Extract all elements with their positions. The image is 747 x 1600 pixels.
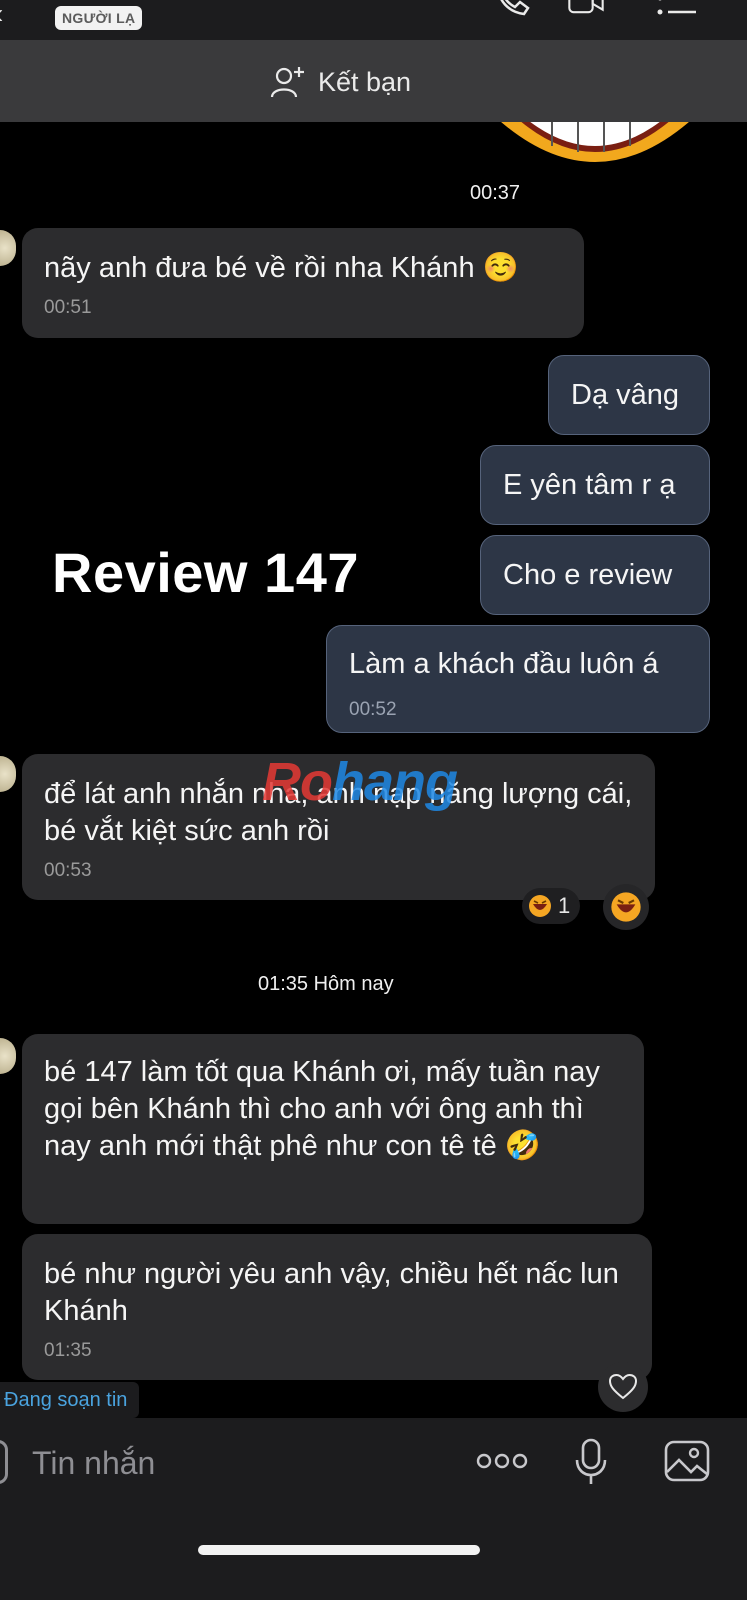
message-time: 01:35 bbox=[44, 1340, 92, 1361]
sticker-timestamp: 00:37 bbox=[470, 182, 521, 204]
stranger-badge: NGƯỜI LẠ bbox=[55, 6, 143, 30]
phone-icon[interactable] bbox=[492, 0, 532, 20]
message-text: nãy anh đưa bé về rồi nha Khánh ☺️ bbox=[44, 252, 519, 284]
laughing-face-icon bbox=[611, 892, 641, 922]
avatar[interactable] bbox=[0, 756, 16, 792]
date-separator: 01:35 Hôm nay bbox=[258, 973, 394, 995]
sticker-icon[interactable] bbox=[0, 1440, 8, 1484]
avatar[interactable] bbox=[0, 230, 16, 266]
home-indicator bbox=[198, 1545, 480, 1555]
message-time: 00:53 bbox=[44, 860, 92, 881]
add-user-icon bbox=[270, 67, 304, 98]
laughing-face-icon bbox=[529, 895, 551, 917]
message-bubble-incoming[interactable]: nãy anh đưa bé về rồi nha Khánh ☺️ 00:51 bbox=[22, 228, 584, 338]
message-text: Cho e review bbox=[503, 558, 673, 591]
add-reaction-button[interactable] bbox=[603, 884, 649, 930]
message-bubble-outgoing[interactable]: Làm a khách đầu luôn á 00:52 bbox=[326, 625, 710, 733]
message-text: Làm a khách đầu luôn á bbox=[349, 648, 659, 680]
video-camera-icon[interactable] bbox=[566, 0, 606, 20]
heart-icon bbox=[609, 1374, 637, 1400]
reaction-count: 1 bbox=[558, 893, 571, 918]
message-text: bé 147 làm tốt qua Khánh ơi, mấy tuần na… bbox=[44, 1056, 600, 1162]
grinning-sticker-image bbox=[501, 122, 689, 162]
add-friend-button[interactable]: Kết bạn bbox=[270, 62, 411, 102]
list-menu-icon[interactable] bbox=[656, 0, 696, 20]
more-dots-icon[interactable] bbox=[476, 1450, 528, 1472]
typing-indicator: Đang soạn tin bbox=[0, 1382, 140, 1418]
add-friend-label: Kết bạn bbox=[318, 66, 412, 97]
watermark-logo: Rohang bbox=[262, 752, 458, 812]
message-time: 00:52 bbox=[349, 699, 397, 720]
overlay-review-title: Review 147 bbox=[52, 541, 359, 604]
message-bubble-outgoing[interactable]: Cho e review bbox=[480, 535, 710, 615]
microphone-icon[interactable] bbox=[574, 1438, 608, 1486]
message-text: bé như người yêu anh vậy, chiều hết nấc … bbox=[44, 1258, 619, 1327]
message-time: 00:51 bbox=[44, 297, 92, 318]
message-text: Dạ vâng bbox=[571, 378, 680, 411]
message-text: E yên tâm r ạ bbox=[503, 468, 676, 501]
message-bubble-incoming[interactable]: bé 147 làm tốt qua Khánh ơi, mấy tuần na… bbox=[22, 1034, 644, 1224]
message-bubble-outgoing[interactable]: E yên tâm r ạ bbox=[480, 445, 710, 525]
image-icon[interactable] bbox=[664, 1440, 710, 1482]
message-input[interactable]: Tin nhắn bbox=[32, 1438, 155, 1488]
message-bubble-incoming[interactable]: bé như người yêu anh vậy, chiều hết nấc … bbox=[22, 1234, 652, 1380]
reaction-summary[interactable]: 1 bbox=[522, 888, 581, 924]
back-chevron-icon[interactable]: ‹ bbox=[0, 0, 3, 30]
message-bubble-outgoing[interactable]: Dạ vâng bbox=[548, 355, 710, 435]
avatar[interactable] bbox=[0, 1038, 16, 1074]
like-button[interactable] bbox=[598, 1362, 648, 1412]
